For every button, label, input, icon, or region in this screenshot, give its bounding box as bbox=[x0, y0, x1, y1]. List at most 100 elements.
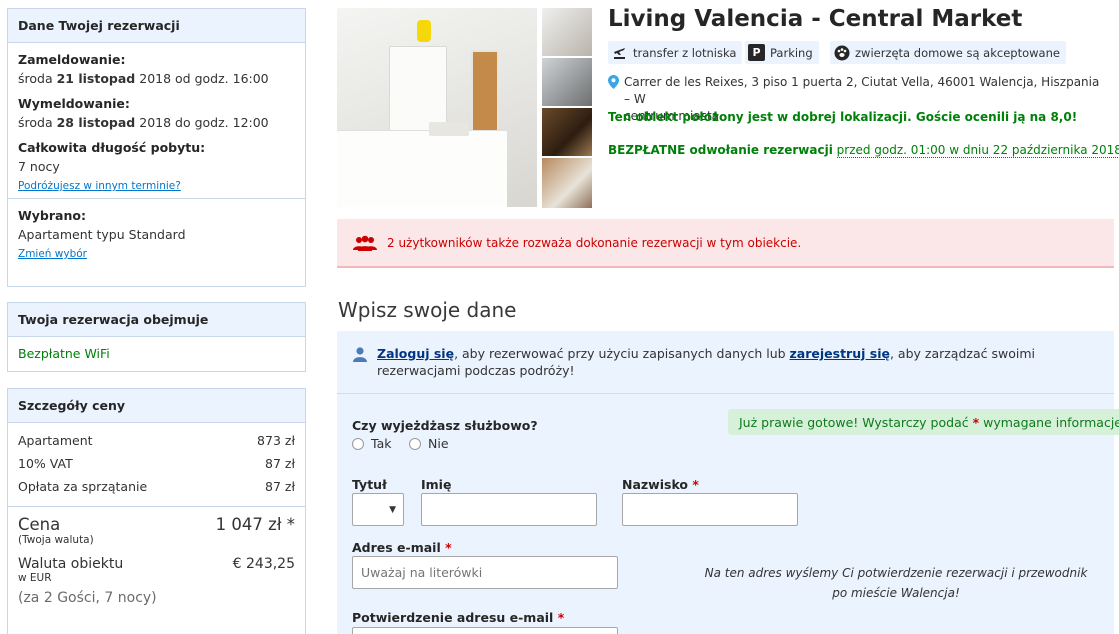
email-confirm-input[interactable] bbox=[353, 628, 617, 634]
form-section-title: Wpisz swoje dane bbox=[338, 298, 517, 322]
required-star: * bbox=[557, 610, 565, 625]
radio-button[interactable] bbox=[409, 437, 421, 450]
reservation-includes-panel: Twoja rezerwacja obejmuje Bezpłatne WiFi bbox=[7, 302, 306, 372]
email-note: Na ten adres wyślemy Ci potwierdzenie re… bbox=[704, 566, 1088, 600]
airport-shuttle-icon bbox=[611, 44, 628, 61]
business-trip-yes[interactable]: Tak bbox=[352, 436, 391, 451]
includes-wifi: Bezpłatne WiFi bbox=[18, 346, 110, 361]
hotel-main-photo[interactable] bbox=[337, 8, 537, 207]
radio-button[interactable] bbox=[352, 437, 364, 450]
checkin-label: Zameldowanie: bbox=[18, 52, 126, 67]
users-group-icon bbox=[353, 235, 377, 251]
lastname-label-text: Nazwisko bbox=[622, 477, 689, 492]
radio-label: Tak bbox=[371, 436, 392, 451]
price-row-label: Apartament bbox=[18, 433, 93, 448]
business-trip-no[interactable]: Nie bbox=[409, 436, 449, 451]
photo-lamp bbox=[417, 20, 431, 42]
address-line-1: Carrer de les Reixes, 3 piso 1 puerta 2,… bbox=[624, 75, 1100, 106]
required-star: * bbox=[445, 540, 452, 555]
total-price-row: Cena (Twoja waluta) 1 047 zł * bbox=[18, 515, 295, 546]
price-details-title: Szczegóły ceny bbox=[8, 389, 305, 423]
total-price-sub: (Twoja waluta) bbox=[18, 534, 94, 546]
lastname-field[interactable] bbox=[622, 493, 798, 526]
checkin-time: 2018 od godz. 16:00 bbox=[139, 71, 269, 86]
email-field[interactable] bbox=[352, 556, 618, 589]
hotel-name: Living Valencia - Central Market bbox=[608, 6, 1023, 32]
facility-parking: P Parking bbox=[745, 41, 819, 64]
facility-label: transfer z lotniska bbox=[633, 45, 737, 60]
firstname-label: Imię bbox=[421, 477, 452, 492]
map-pin-icon bbox=[608, 75, 619, 89]
firstname-input[interactable] bbox=[422, 494, 596, 525]
required-star: * bbox=[972, 414, 980, 430]
price-row-value: 87 zł bbox=[265, 479, 295, 494]
price-details-panel: Szczegóły ceny Apartament 873 zł 10% VAT… bbox=[7, 388, 306, 634]
reservation-details-panel: Dane Twojej rezerwacji Zameldowanie: śro… bbox=[7, 8, 306, 287]
form-divider bbox=[337, 393, 1114, 394]
hotel-thumbnail[interactable] bbox=[542, 158, 592, 208]
email-confirm-field[interactable] bbox=[352, 627, 618, 634]
free-cancellation-label: BEZPŁATNE odwołanie rezerwacji bbox=[608, 143, 833, 157]
price-row-apartment: Apartament 873 zł bbox=[18, 429, 295, 452]
property-currency-label: Waluta obiektu bbox=[18, 556, 124, 572]
property-currency-row: Waluta obiektu w EUR € 243,25 bbox=[18, 556, 295, 584]
checkin-value: środa 21 listopad 2018 od godz. 16:00 bbox=[18, 69, 295, 88]
price-rows: Apartament 873 zł 10% VAT 87 zł Opłata z… bbox=[8, 423, 305, 506]
facility-label: Parking bbox=[770, 45, 813, 60]
radio-label: Nie bbox=[428, 436, 449, 451]
title-label: Tytuł bbox=[352, 477, 387, 492]
selected-room: Apartament typu Standard bbox=[18, 227, 186, 242]
total-price-label: Cena bbox=[18, 515, 61, 534]
free-cancellation[interactable]: BEZPŁATNE odwołanie rezerwacji przed god… bbox=[608, 143, 1119, 158]
facility-pets: zwierzęta domowe są akceptowane bbox=[830, 41, 1066, 64]
email-confirm-label: Potwierdzenie adresu e-mail * bbox=[352, 610, 564, 625]
email-label-text: Adres e-mail bbox=[352, 540, 441, 555]
paw-icon bbox=[833, 44, 850, 61]
login-prompt: Zaloguj się, aby rezerwować przy użyciu … bbox=[351, 345, 1101, 379]
email-label: Adres e-mail * bbox=[352, 540, 452, 555]
price-row-value: 87 zł bbox=[265, 456, 295, 471]
business-trip-question: Czy wyjeżdżasz służbowo? bbox=[352, 418, 538, 433]
hotel-thumbnail[interactable] bbox=[542, 58, 592, 106]
login-link[interactable]: Zaloguj się bbox=[377, 346, 454, 361]
change-selection-link[interactable]: Zmień wybór bbox=[18, 248, 87, 260]
login-text: , aby rezerwować przy użyciu zapisanych … bbox=[454, 346, 790, 361]
price-row-cleaning: Opłata za sprzątanie 87 zł bbox=[18, 475, 295, 498]
checkin-day: środa bbox=[18, 71, 53, 86]
user-icon bbox=[353, 347, 367, 362]
hotel-thumbnail[interactable] bbox=[542, 8, 592, 56]
firstname-field[interactable] bbox=[421, 493, 597, 526]
facility-airport-shuttle: transfer z lotniska bbox=[608, 41, 743, 64]
checkout-day: środa bbox=[18, 115, 53, 130]
total-price-value: 1 047 zł * bbox=[215, 515, 295, 534]
guests-note: (za 2 Gości, 7 nocy) bbox=[18, 590, 157, 606]
email-input[interactable] bbox=[353, 557, 617, 588]
other-dates-link[interactable]: Podróżujesz w innym terminie? bbox=[18, 180, 181, 192]
lastname-input[interactable] bbox=[623, 494, 797, 525]
stay-length-value: 7 nocy bbox=[18, 159, 60, 174]
parking-icon: P bbox=[748, 44, 765, 61]
checkin-section: Zameldowanie: środa 21 listopad 2018 od … bbox=[8, 43, 305, 198]
required-star: * bbox=[692, 477, 699, 492]
price-row-label: 10% VAT bbox=[18, 456, 73, 471]
price-total-section: Cena (Twoja waluta) 1 047 zł * Waluta ob… bbox=[8, 506, 305, 614]
price-row-value: 873 zł bbox=[257, 433, 295, 448]
chevron-down-icon: ▼ bbox=[389, 504, 396, 515]
register-link[interactable]: zarejestruj się bbox=[790, 346, 890, 361]
photo-bed bbox=[337, 130, 507, 207]
almost-ready-badge: Już prawie gotowe! Wystarczy podać * wym… bbox=[728, 409, 1119, 435]
checkin-date: 21 listopad bbox=[56, 71, 136, 86]
demand-alert-text: 2 użytkowników także rozważa dokonanie r… bbox=[387, 235, 802, 250]
location-rating-message: Ten obiekt położony jest w dobrej lokali… bbox=[608, 110, 1078, 124]
title-select[interactable]: ▼ bbox=[352, 493, 404, 526]
hotel-thumbnail[interactable] bbox=[542, 108, 592, 156]
ready-text-end: wymagane informacje bbox=[983, 414, 1119, 430]
stay-length-label: Całkowita długość pobytu: bbox=[18, 140, 206, 155]
ready-text: Już prawie gotowe! Wystarczy podać bbox=[739, 414, 969, 430]
photo-tray bbox=[429, 122, 469, 136]
property-currency-value: € 243,25 bbox=[232, 556, 295, 572]
email-confirm-label-text: Potwierdzenie adresu e-mail bbox=[352, 610, 554, 625]
checkout-label: Wymeldowanie: bbox=[18, 96, 130, 111]
demand-alert: 2 użytkowników także rozważa dokonanie r… bbox=[337, 219, 1114, 268]
free-cancellation-deadline[interactable]: przed godz. 01:00 w dniu 22 października… bbox=[836, 143, 1119, 158]
